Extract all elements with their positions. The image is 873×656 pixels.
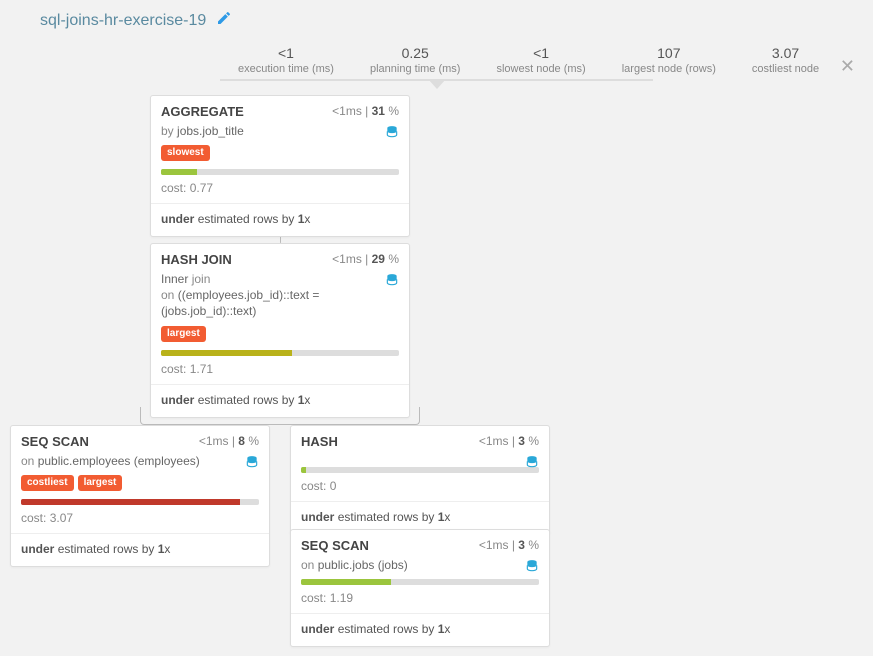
estimate-label: under estimated rows by 1x [11, 534, 269, 566]
database-icon[interactable] [385, 123, 399, 139]
node-hash[interactable]: HASH <1ms | 3 % cost: 0 under estimated … [290, 425, 550, 535]
stat-exec-time: <1execution time (ms) [220, 45, 352, 75]
badge-costliest: costliest [21, 475, 74, 491]
estimate-label: under estimated rows by 1x [151, 385, 409, 417]
node-sub: on public.employees (employees) [11, 453, 269, 475]
database-icon[interactable] [525, 453, 539, 469]
node-title: SEQ SCAN [301, 538, 369, 553]
database-icon[interactable] [525, 557, 539, 573]
edit-icon[interactable] [216, 10, 232, 31]
database-icon[interactable] [385, 271, 399, 287]
title-bar: sql-joins-hr-exercise-19 [0, 0, 873, 37]
node-hash-join[interactable]: HASH JOIN <1ms | 29 % Inner joinon ((emp… [150, 243, 410, 418]
close-icon[interactable]: ✕ [840, 56, 855, 77]
node-seqscan-employees[interactable]: SEQ SCAN <1ms | 8 % on public.employees … [10, 425, 270, 567]
node-seqscan-jobs[interactable]: SEQ SCAN <1ms | 3 % on public.jobs (jobs… [290, 529, 550, 647]
node-meta: <1ms | 8 % [199, 434, 259, 449]
node-title: SEQ SCAN [21, 434, 89, 449]
cost-label: cost: 0.77 [151, 175, 409, 204]
cost-label: cost: 3.07 [11, 505, 269, 534]
node-meta: <1ms | 31 % [332, 104, 399, 119]
node-sub: Inner joinon ((employees.job_id)::text =… [151, 271, 409, 326]
stats-bar: <1execution time (ms) 0.25planning time … [220, 45, 873, 75]
database-icon[interactable] [245, 453, 259, 469]
node-meta: <1ms | 3 % [479, 434, 539, 449]
badge-largest: largest [161, 326, 206, 342]
badge-slowest: slowest [161, 145, 210, 161]
badge-largest: largest [78, 475, 123, 491]
stat-slowest: <1slowest node (ms) [478, 45, 603, 75]
estimate-label: under estimated rows by 1x [151, 204, 409, 236]
stat-costliest: 3.07costliest node [734, 45, 837, 75]
node-title: HASH JOIN [161, 252, 232, 267]
cost-label: cost: 1.19 [291, 585, 549, 614]
estimate-label: under estimated rows by 1x [291, 614, 549, 646]
node-meta: <1ms | 29 % [332, 252, 399, 267]
stat-plan-time: 0.25planning time (ms) [352, 45, 478, 75]
node-title: HASH [301, 434, 338, 449]
cost-label: cost: 0 [291, 473, 549, 502]
node-meta: <1ms | 3 % [479, 538, 539, 553]
node-aggregate[interactable]: AGGREGATE <1ms | 31 % by jobs.job_title … [150, 95, 410, 237]
node-sub: by jobs.job_title [151, 123, 409, 145]
node-sub: on public.jobs (jobs) [291, 557, 549, 579]
node-sub [291, 453, 549, 467]
stat-largest: 107largest node (rows) [604, 45, 734, 75]
cost-label: cost: 1.71 [151, 356, 409, 385]
node-title: AGGREGATE [161, 104, 244, 119]
page-title: sql-joins-hr-exercise-19 [40, 12, 206, 30]
plan-canvas: AGGREGATE <1ms | 31 % by jobs.job_title … [0, 81, 873, 641]
